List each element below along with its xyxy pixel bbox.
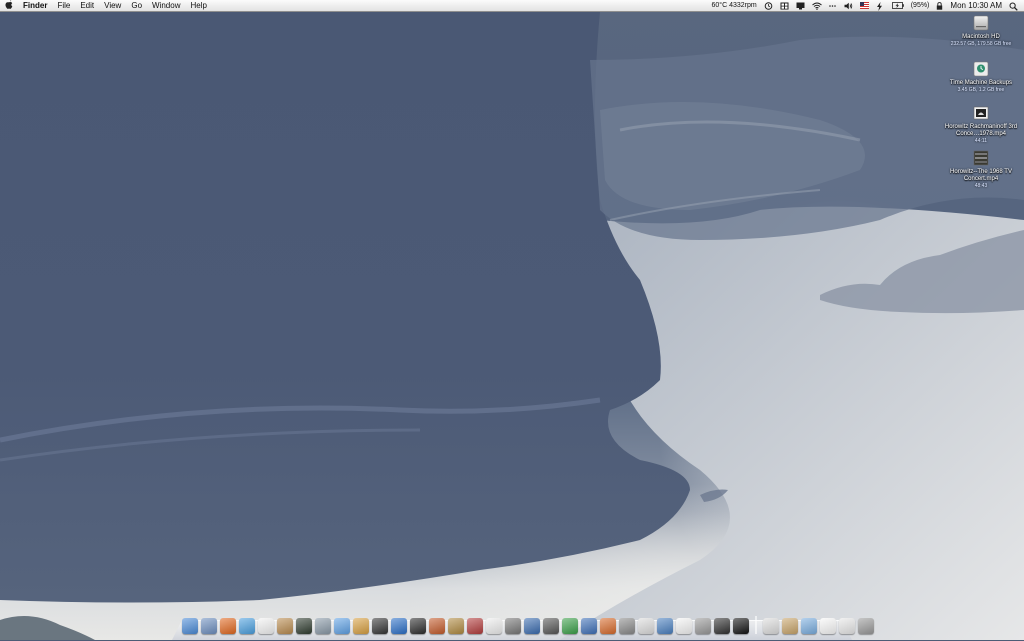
spaces-icon[interactable] — [780, 2, 789, 10]
itunes-icon[interactable] — [334, 618, 350, 634]
desktop-item-horowitz-rachmaninoff[interactable]: Horowitz Rachmaninoff 3rd Conce…1978.mp4… — [938, 104, 1024, 144]
volume-icon[interactable] — [844, 2, 853, 10]
desktop-item-label: Macintosh HD — [962, 34, 1000, 40]
menu-app-finder[interactable]: Finder — [18, 0, 52, 11]
desktop-item-time-machine-backups[interactable]: Time Machine Backups 3.45 GB, 1.2 GB fre… — [938, 60, 1024, 93]
desktop-item-label: Horowitz Rachmaninoff 3rd Conce…1978.mp4 — [944, 124, 1018, 137]
xcode-icon[interactable] — [524, 618, 540, 634]
firefox-icon[interactable] — [220, 618, 236, 634]
video-file-icon — [973, 106, 989, 120]
documents-stack-icon[interactable] — [782, 618, 798, 634]
lock-icon[interactable] — [936, 2, 943, 10]
temperature-fan-readout[interactable]: 60°C 4332rpm — [712, 2, 757, 9]
x11-icon[interactable] — [676, 618, 692, 634]
menu-view[interactable]: View — [99, 0, 126, 11]
desktop-item-info: 3.45 GB, 1.2 GB free — [957, 87, 1005, 93]
pen-icon[interactable] — [543, 618, 559, 634]
desktop-item-info: 232.57 GB, 179.58 GB free — [950, 41, 1012, 47]
trash-icon[interactable] — [858, 618, 874, 634]
textedit-icon[interactable] — [486, 618, 502, 634]
activity-monitor-icon[interactable] — [296, 618, 312, 634]
desktop-item-info: 48:43 — [974, 183, 988, 189]
document-stack-icon[interactable] — [839, 618, 855, 634]
desktop-item-horowitz-1968-tv-concert[interactable]: Horowitz--The 1968 TV Concert.mp4 48:43 — [938, 149, 1024, 189]
battery-icon[interactable] — [891, 2, 904, 9]
wifi-icon[interactable] — [811, 2, 822, 10]
bluetooth-icon[interactable] — [828, 2, 837, 9]
hard-drive-icon — [973, 15, 989, 31]
photo-booth-icon[interactable] — [429, 618, 445, 634]
utility-icon[interactable] — [657, 618, 673, 634]
display-icon[interactable] — [796, 2, 805, 10]
tools-icon[interactable] — [695, 618, 711, 634]
finder-icon[interactable] — [182, 618, 198, 634]
console-icon[interactable] — [714, 618, 730, 634]
menu-file[interactable]: File — [52, 0, 75, 11]
keynote-icon[interactable] — [581, 618, 597, 634]
printer-icon[interactable] — [619, 618, 635, 634]
address-book-icon[interactable] — [277, 618, 293, 634]
safari-icon[interactable] — [239, 618, 255, 634]
storm-cloud-image — [0, 12, 1024, 640]
calendar-icon[interactable] — [258, 618, 274, 634]
spotlight-icon[interactable] — [1009, 2, 1018, 11]
menu-window[interactable]: Window — [147, 0, 185, 11]
script-editor-icon[interactable] — [638, 618, 654, 634]
dock — [182, 612, 874, 634]
power-icon[interactable] — [876, 2, 885, 11]
desktop-item-label: Time Machine Backups — [949, 80, 1013, 86]
menu-edit[interactable]: Edit — [75, 0, 99, 11]
numbers-icon[interactable] — [562, 618, 578, 634]
terminal-icon[interactable] — [733, 618, 749, 634]
preview-icon[interactable] — [315, 618, 331, 634]
compass-icon[interactable] — [448, 618, 464, 634]
apple-icon[interactable] — [0, 0, 18, 11]
desktop-item-macintosh-hd[interactable]: Macintosh HD 232.57 GB, 179.58 GB free — [938, 14, 1024, 47]
menu-go[interactable]: Go — [126, 0, 147, 11]
presentation-icon[interactable] — [600, 618, 616, 634]
dictionary-icon[interactable] — [467, 618, 483, 634]
desktop-item-label: Horowitz--The 1968 TV Concert.mp4 — [950, 169, 1012, 182]
downloads-folder-icon[interactable] — [801, 618, 817, 634]
menubar-clock[interactable]: Mon 10:30 AM — [950, 1, 1002, 10]
flag-icon[interactable] — [859, 2, 869, 9]
dock-separator — [755, 616, 757, 634]
menu-help[interactable]: Help — [185, 0, 211, 11]
desktop-wallpaper — [0, 0, 1024, 640]
document-icon[interactable] — [820, 618, 836, 634]
calculator-icon[interactable] — [763, 618, 779, 634]
mail-icon[interactable] — [201, 618, 217, 634]
video-file-icon — [973, 150, 989, 166]
time-machine-drive-icon — [973, 61, 989, 77]
iphoto-icon[interactable] — [353, 618, 369, 634]
menu-bar: Finder File Edit View Go Window Help 60°… — [0, 0, 1024, 12]
itunes-radio-icon[interactable] — [410, 618, 426, 634]
battery-percent[interactable]: (95%) — [911, 2, 930, 9]
time-machine-icon[interactable] — [764, 2, 773, 10]
system-preferences-icon[interactable] — [505, 618, 521, 634]
dashboard-icon[interactable] — [391, 618, 407, 634]
imovie-icon[interactable] — [372, 618, 388, 634]
desktop-item-info: 44:11 — [974, 138, 988, 144]
